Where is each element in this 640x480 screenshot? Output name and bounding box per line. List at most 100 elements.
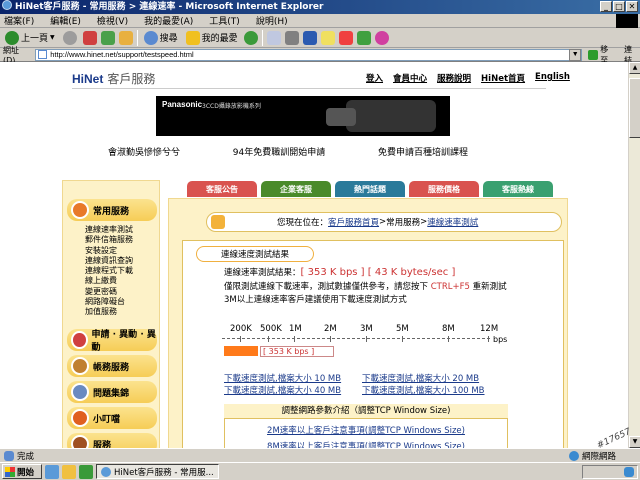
sidebar-item-vas[interactable]: 加值服務 [85, 307, 133, 317]
history-icon[interactable] [243, 30, 258, 45]
ie-icon [101, 466, 111, 477]
result-line: 連線速率測試結果：[ 353 K bps ] [ 43 K bytes/sec … [224, 266, 455, 278]
sidebar-head-label: 問題集錦 [93, 388, 130, 399]
sidebar-item-conn-info[interactable]: 連線資訊查詢 [85, 256, 133, 266]
tab-hotline[interactable]: 客服熱線 [482, 180, 554, 198]
logo-text: HiNet [72, 72, 104, 86]
tab-pricing[interactable]: 服務價格 [408, 180, 480, 198]
stop-icon[interactable] [82, 30, 97, 45]
tuning-heading: 調整網路參數介紹（調整TCP Window Size) [224, 404, 508, 419]
login-link[interactable]: 登入 [366, 72, 383, 84]
sidebar-item-mail[interactable]: 郵件信箱服務 [85, 235, 133, 245]
menu-view[interactable]: 檢視(V) [97, 14, 128, 27]
tab-announcements[interactable]: 客服公告 [186, 180, 258, 198]
window-title: HiNet客戶服務 - 常用服務 > 連線速率 - Microsoft Inte… [15, 2, 324, 12]
breadcrumb-prefix: 您現在位在： [277, 218, 329, 228]
address-dropdown-icon[interactable]: ▼ [569, 48, 582, 61]
sidebar-item-setup[interactable]: 安裝設定 [85, 246, 133, 256]
sidebar-head-faq[interactable]: 問題集錦 [67, 381, 157, 403]
promo-link-3[interactable]: 免費申請百種培訓課程 [378, 145, 468, 158]
download-link-40mb[interactable]: 下載速度測試,檔案大小 40 MB [224, 384, 341, 396]
result-note-text: 僅限測試連線下載速率，測試數據僅供參考，請您按下 [224, 282, 429, 292]
top-links: 登入 會員中心 服務說明 HiNet首頁 English [366, 72, 570, 84]
sidebar-item-download[interactable]: 連線程式下載 [85, 266, 133, 276]
media-quicklaunch-icon[interactable] [79, 464, 93, 479]
speed-bar-label: [ 353 K bps ] [260, 346, 334, 357]
ie-quicklaunch-icon[interactable] [45, 464, 59, 479]
section-title: 連線速度測試結果 [196, 246, 314, 262]
download-link-10mb[interactable]: 下載速度測試,檔案大小 10 MB [224, 372, 341, 384]
result-note: 僅限測試連線下載速率，測試數據僅供參考，請您按下 CTRL+F5 重新測試 [224, 280, 524, 292]
camcorder-image [326, 100, 436, 132]
member-center-link[interactable]: 會員中心 [393, 72, 427, 84]
tick-label: 12M [480, 324, 499, 334]
tab-enterprise[interactable]: 企業客服 [260, 180, 332, 198]
messenger-icon[interactable] [338, 30, 353, 45]
forward-button[interactable] [61, 29, 79, 47]
refresh-icon[interactable] [100, 30, 115, 45]
print-icon[interactable] [284, 30, 299, 45]
hinet-home-link[interactable]: HiNet首頁 [481, 72, 525, 84]
system-tray [582, 465, 638, 479]
mail-icon[interactable] [266, 30, 281, 45]
tab-hot-topics[interactable]: 熱門話題 [334, 180, 406, 198]
tips-icon [71, 409, 89, 427]
taskbar: 開始 HiNet客戶服務 - 常用服... [0, 462, 640, 480]
start-button[interactable]: 開始 [2, 464, 42, 479]
dropdown-arrow-icon[interactable]: ▼ [50, 34, 55, 41]
download-link-100mb[interactable]: 下載速度測試,檔案大小 100 MB [362, 384, 485, 396]
breadcrumb-section[interactable]: 常用服務 [386, 216, 420, 228]
network-tray-icon[interactable] [624, 467, 634, 477]
sidebar-head-service[interactable]: 服務 [67, 433, 157, 448]
breadcrumb: 您現在位在： 客戶服務首頁 > 常用服務 > 連線速率測試 [206, 212, 562, 232]
favorites-button[interactable]: 我的最愛 [184, 29, 240, 47]
edit-word-icon[interactable] [302, 30, 317, 45]
menu-tools[interactable]: 工具(T) [209, 14, 240, 27]
menu-edit[interactable]: 編輯(E) [50, 14, 81, 27]
scroll-thumb[interactable] [629, 78, 640, 138]
home-icon[interactable] [118, 30, 133, 45]
status-text: 完成 [17, 451, 35, 462]
sidebar-item-payment[interactable]: 線上繳費 [85, 276, 133, 286]
scroll-down-icon[interactable]: ▼ [629, 436, 640, 448]
title-bar: HiNet客戶服務 - 常用服務 > 連線速率 - Microsoft Inte… [0, 0, 640, 14]
menu-favorites[interactable]: 我的最愛(A) [144, 14, 193, 27]
service-info-link[interactable]: 服務說明 [437, 72, 471, 84]
sidebar-head-common[interactable]: 常用服務 [67, 199, 157, 221]
maximize-button[interactable]: □ [613, 1, 625, 12]
taskbar-ie-window[interactable]: HiNet客戶服務 - 常用服... [96, 464, 219, 479]
minimize-button[interactable]: _ [600, 1, 612, 12]
scale-unit: bps [493, 335, 508, 344]
search-button[interactable]: 搜尋 [142, 29, 180, 47]
forward-arrow-icon [62, 30, 77, 45]
ad-banner[interactable]: Panasonic 3CCD攝錄放影機系列 [156, 96, 450, 136]
tuning-link-8m[interactable]: 8M速率以上客戶注意事項(調整TCP Windows Size) [224, 440, 508, 448]
menu-file[interactable]: 檔案(F) [4, 14, 34, 27]
promo-link-2[interactable]: 94年免費職訓開始申請 [233, 145, 325, 158]
tick-label: 500K [260, 324, 282, 334]
sidebar-head-label: 服務 [93, 440, 112, 449]
avatar-icon[interactable] [374, 30, 389, 45]
address-input[interactable]: http://www.hinet.net/support/testspeed.h… [35, 48, 583, 61]
sidebar-item-troubleshoot[interactable]: 網路障礙台 [85, 297, 133, 307]
banner-text: 3CCD攝錄放影機系列 [202, 103, 261, 110]
vertical-scrollbar[interactable]: ▲ ▼ [628, 62, 640, 448]
scroll-up-icon[interactable]: ▲ [629, 62, 640, 74]
sidebar-item-password[interactable]: 變更密碼 [85, 287, 133, 297]
sidebar-head-tips[interactable]: 小叮噹 [67, 407, 157, 429]
folder-icon[interactable] [320, 30, 335, 45]
promo-link-1[interactable]: 會淑勤吳慘慘兮兮 [108, 145, 180, 158]
close-button[interactable]: ✕ [626, 1, 638, 12]
hinet-logo[interactable]: HiNet 客戶服務 [72, 70, 155, 87]
sidebar-head-billing[interactable]: 帳務服務 [67, 355, 157, 377]
sidebar-head-apply[interactable]: 申請 · 異動 · 異動 [67, 329, 157, 353]
tuning-link-2m[interactable]: 2M速率以上客戶注意事項(調整TCP Windows Size) [224, 424, 508, 436]
desktop-quicklaunch-icon[interactable] [62, 464, 76, 479]
download-link-20mb[interactable]: 下載速度測試,檔案大小 20 MB [362, 372, 479, 384]
menu-help[interactable]: 說明(H) [256, 14, 288, 27]
breadcrumb-current-link[interactable]: 連線速率測試 [427, 216, 478, 228]
sidebar-item-speed-test[interactable]: 連線速率測試 [85, 225, 133, 235]
extension-icon[interactable] [356, 30, 371, 45]
english-link[interactable]: English [535, 72, 570, 84]
breadcrumb-home-link[interactable]: 客戶服務首頁 [328, 216, 379, 228]
